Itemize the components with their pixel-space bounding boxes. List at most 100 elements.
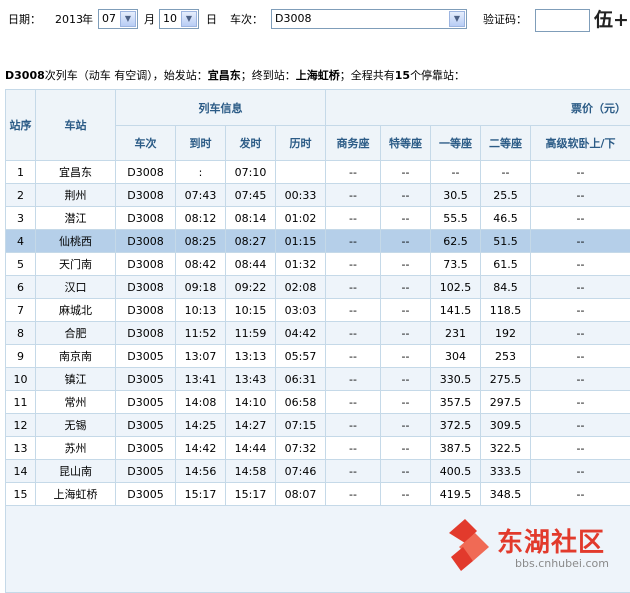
cell-business: -- xyxy=(326,391,381,414)
header-duration: 历时 xyxy=(276,126,326,161)
cell-first: -- xyxy=(431,161,481,184)
table-row[interactable]: 4仙桃西D300808:2508:2701:15----62.551.5-- xyxy=(6,230,630,253)
cell-arrive: 09:18 xyxy=(176,276,226,299)
table-row[interactable]: 2荆州D300807:4307:4500:33----30.525.5-- xyxy=(6,184,630,207)
cell-duration: 06:31 xyxy=(276,368,326,391)
summary-text: ；终到站： xyxy=(241,69,296,82)
cell-special: -- xyxy=(381,391,431,414)
cell-station: 仙桃西 xyxy=(36,230,116,253)
table-row[interactable]: 13苏州D300514:4214:4407:32----387.5322.5-- xyxy=(6,437,630,460)
cell-seq: 11 xyxy=(6,391,36,414)
cell-depart: 14:10 xyxy=(226,391,276,414)
cell-duration: 06:58 xyxy=(276,391,326,414)
cell-first: 30.5 xyxy=(431,184,481,207)
table-row[interactable]: 10镇江D300513:4113:4306:31----330.5275.5-- xyxy=(6,368,630,391)
cell-station: 昆山南 xyxy=(36,460,116,483)
watermark-url: bbs.cnhubei.com xyxy=(515,557,609,570)
cell-soft-sleeper: -- xyxy=(531,345,630,368)
cell-second: 84.5 xyxy=(481,276,531,299)
captcha-image[interactable]: 伍+ xyxy=(594,6,630,34)
cell-first: 419.5 xyxy=(431,483,481,506)
cell-station: 宜昌东 xyxy=(36,161,116,184)
table-row[interactable]: 12无锡D300514:2514:2707:15----372.5309.5-- xyxy=(6,414,630,437)
cell-station: 合肥 xyxy=(36,322,116,345)
cell-business: -- xyxy=(326,276,381,299)
cell-arrive: : xyxy=(176,161,226,184)
table-row[interactable]: 7麻城北D300810:1310:1503:03----141.5118.5-- xyxy=(6,299,630,322)
train-select[interactable]: D3008 ▼ xyxy=(271,9,467,29)
cell-station: 荆州 xyxy=(36,184,116,207)
cell-second: 118.5 xyxy=(481,299,531,322)
cell-business: -- xyxy=(326,483,381,506)
cell-depart: 15:17 xyxy=(226,483,276,506)
header-special: 特等座 xyxy=(381,126,431,161)
table-row[interactable]: 6汉口D300809:1809:2202:08----102.584.5-- xyxy=(6,276,630,299)
table-row[interactable]: 14昆山南D300514:5614:5807:46----400.5333.5-… xyxy=(6,460,630,483)
cell-second: 46.5 xyxy=(481,207,531,230)
cell-duration: 08:07 xyxy=(276,483,326,506)
header-train-info: 列车信息 xyxy=(116,90,326,126)
cell-train-no: D3008 xyxy=(116,276,176,299)
cell-business: -- xyxy=(326,368,381,391)
cell-depart: 14:27 xyxy=(226,414,276,437)
table-row[interactable]: 9南京南D300513:0713:1305:57----304253-- xyxy=(6,345,630,368)
summary-text: ；全程共有 xyxy=(340,69,395,82)
cell-soft-sleeper: -- xyxy=(531,322,630,345)
cell-train-no: D3005 xyxy=(116,483,176,506)
cell-seq: 15 xyxy=(6,483,36,506)
cell-depart: 09:22 xyxy=(226,276,276,299)
cell-station: 镇江 xyxy=(36,368,116,391)
header-arrive: 到时 xyxy=(176,126,226,161)
chevron-down-icon: ▼ xyxy=(181,11,197,27)
cell-soft-sleeper: -- xyxy=(531,230,630,253)
cell-seq: 1 xyxy=(6,161,36,184)
table-row[interactable]: 3潜江D300808:1208:1401:02----55.546.5-- xyxy=(6,207,630,230)
cell-arrive: 10:13 xyxy=(176,299,226,322)
cell-seq: 14 xyxy=(6,460,36,483)
cell-soft-sleeper: -- xyxy=(531,368,630,391)
month-select[interactable]: 07 ▼ xyxy=(98,9,138,29)
cell-depart: 08:27 xyxy=(226,230,276,253)
cell-depart: 08:44 xyxy=(226,253,276,276)
table-row[interactable]: 5天门南D300808:4208:4401:32----73.561.5-- xyxy=(6,253,630,276)
cell-second: 275.5 xyxy=(481,368,531,391)
cell-first: 141.5 xyxy=(431,299,481,322)
cell-duration: 07:32 xyxy=(276,437,326,460)
cell-duration xyxy=(276,161,326,184)
cell-duration: 02:08 xyxy=(276,276,326,299)
header-depart: 发时 xyxy=(226,126,276,161)
cell-train-no: D3005 xyxy=(116,437,176,460)
cell-first: 73.5 xyxy=(431,253,481,276)
cell-second: 192 xyxy=(481,322,531,345)
day-select[interactable]: 10 ▼ xyxy=(159,9,199,29)
cell-station: 上海虹桥 xyxy=(36,483,116,506)
cell-soft-sleeper: -- xyxy=(531,161,630,184)
cell-business: -- xyxy=(326,299,381,322)
cell-arrive: 14:08 xyxy=(176,391,226,414)
cell-depart: 13:43 xyxy=(226,368,276,391)
cell-soft-sleeper: -- xyxy=(531,483,630,506)
cell-duration: 07:15 xyxy=(276,414,326,437)
cell-depart: 08:14 xyxy=(226,207,276,230)
train-summary: D3008次列车（动车 有空调），始发站：宜昌东；终到站：上海虹桥；全程共有15… xyxy=(5,67,465,83)
cell-first: 231 xyxy=(431,322,481,345)
table-row[interactable]: 11常州D300514:0814:1006:58----357.5297.5-- xyxy=(6,391,630,414)
cell-soft-sleeper: -- xyxy=(531,437,630,460)
logo-icon xyxy=(445,517,495,575)
summary-text: 个停靠站： xyxy=(410,69,465,82)
captcha-input[interactable] xyxy=(535,9,590,32)
cell-seq: 5 xyxy=(6,253,36,276)
cell-depart: 13:13 xyxy=(226,345,276,368)
cell-station: 常州 xyxy=(36,391,116,414)
year-unit: 年 xyxy=(82,13,93,27)
summary-end: 上海虹桥 xyxy=(296,69,340,82)
month-unit: 月 xyxy=(144,13,155,27)
cell-business: -- xyxy=(326,460,381,483)
table-row[interactable]: 1宜昌东D3008:07:10---------- xyxy=(6,161,630,184)
cell-second: 322.5 xyxy=(481,437,531,460)
table-row[interactable]: 15上海虹桥D300515:1715:1708:07----419.5348.5… xyxy=(6,483,630,506)
cell-arrive: 08:42 xyxy=(176,253,226,276)
table-row[interactable]: 8合肥D300811:5211:5904:42----231192-- xyxy=(6,322,630,345)
cell-train-no: D3005 xyxy=(116,391,176,414)
cell-business: -- xyxy=(326,437,381,460)
